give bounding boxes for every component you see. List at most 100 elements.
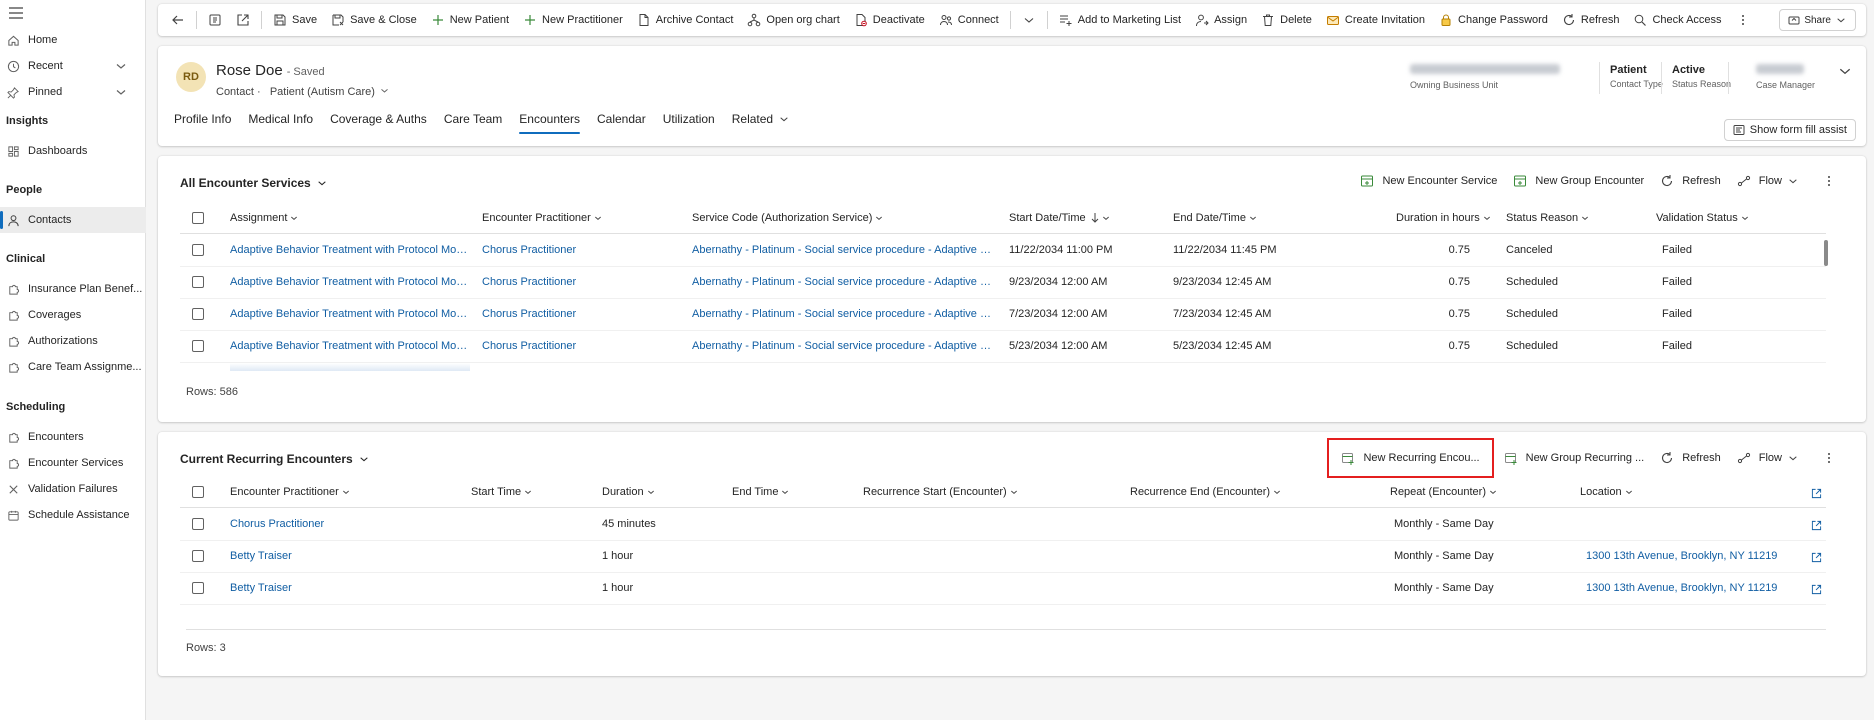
refresh-button[interactable]: Refresh xyxy=(1555,6,1627,34)
row-checkbox[interactable] xyxy=(192,244,204,256)
practitioner-link[interactable]: Chorus Practitioner xyxy=(482,340,576,352)
practitioner-link[interactable]: Chorus Practitioner xyxy=(230,518,324,530)
practitioner-link[interactable]: Betty Traiser xyxy=(230,582,292,594)
column-header-end-time[interactable]: End Time xyxy=(732,486,789,498)
column-header-end-datetime[interactable]: End Date/Time xyxy=(1173,212,1257,224)
open-external-icon[interactable] xyxy=(1810,487,1822,499)
chevron-down-icon[interactable] xyxy=(114,85,128,99)
service-code-link[interactable]: Abernathy - Platinum - Social service pr… xyxy=(692,340,992,352)
new-practitioner-button[interactable]: New Practitioner xyxy=(516,6,630,34)
column-header-encounter-practitioner[interactable]: Encounter Practitioner xyxy=(482,212,602,224)
service-code-link[interactable]: Abernathy - Platinum - Social service pr… xyxy=(692,244,992,256)
sidebar-item-insurance-plan[interactable]: Insurance Plan Benef... xyxy=(0,276,146,302)
chevron-down-icon[interactable] xyxy=(114,59,128,73)
create-invitation-button[interactable]: Create Invitation xyxy=(1319,6,1432,34)
table-row[interactable]: Adaptive Behavior Treatment with Protoco… xyxy=(180,267,1826,299)
assignment-link[interactable]: Adaptive Behavior Treatment with Protoco… xyxy=(230,308,470,320)
more-connect-button[interactable] xyxy=(1015,6,1043,34)
deactivate-button[interactable]: Deactivate xyxy=(847,6,932,34)
tab-coverage-auths[interactable]: Coverage & Auths xyxy=(330,112,427,136)
row-checkbox[interactable] xyxy=(192,518,204,530)
column-header-validation-status[interactable]: Validation Status xyxy=(1656,212,1749,224)
column-header-start-datetime[interactable]: Start Date/Time xyxy=(1009,212,1110,224)
column-header-start-time[interactable]: Start Time xyxy=(471,486,532,498)
sidebar-item-home[interactable]: Home xyxy=(0,27,146,53)
row-checkbox[interactable] xyxy=(192,308,204,320)
sidebar-item-recent[interactable]: Recent xyxy=(0,53,146,79)
assignment-link[interactable]: Adaptive Behavior Treatment with Protoco… xyxy=(230,244,470,256)
column-header-recurrence-end[interactable]: Recurrence End (Encounter) xyxy=(1130,486,1281,498)
table-row[interactable]: Betty Traiser 1 hour Monthly - Same Day … xyxy=(180,573,1826,605)
sidebar-item-validation-failures[interactable]: Validation Failures xyxy=(0,476,146,502)
check-access-button[interactable]: Check Access xyxy=(1626,6,1728,34)
save-close-button[interactable]: Save & Close xyxy=(324,6,424,34)
more-commands-button[interactable] xyxy=(1814,168,1844,194)
refresh-button[interactable]: Refresh xyxy=(1652,168,1729,194)
column-header-location[interactable]: Location xyxy=(1580,486,1633,498)
sidebar-item-contacts[interactable]: Contacts xyxy=(0,207,146,233)
new-encounter-service-button[interactable]: New Encounter Service xyxy=(1352,168,1505,194)
location-link[interactable]: 1300 13th Avenue, Brooklyn, NY 11219 xyxy=(1586,550,1777,562)
save-button[interactable]: Save xyxy=(266,6,324,34)
column-header-duration[interactable]: Duration xyxy=(602,486,655,498)
tab-calendar[interactable]: Calendar xyxy=(597,112,646,136)
tab-related[interactable]: Related xyxy=(732,112,789,136)
tab-profile-info[interactable]: Profile Info xyxy=(174,112,231,136)
select-all-checkbox[interactable] xyxy=(192,486,204,498)
hamburger-menu-icon[interactable] xyxy=(6,6,26,20)
column-header-repeat[interactable]: Repeat (Encounter) xyxy=(1390,486,1497,498)
practitioner-link[interactable]: Chorus Practitioner xyxy=(482,244,576,256)
practitioner-link[interactable]: Chorus Practitioner xyxy=(482,276,576,288)
row-checkbox[interactable] xyxy=(192,582,204,594)
sidebar-item-encounters[interactable]: Encounters xyxy=(0,424,146,450)
owning-business-unit-field[interactable]: Owning Business Unit xyxy=(1410,64,1560,90)
sidebar-item-pinned[interactable]: Pinned xyxy=(0,79,146,105)
connect-button[interactable]: Connect xyxy=(932,6,1006,34)
row-checkbox[interactable] xyxy=(192,550,204,562)
sidebar-item-authorizations[interactable]: Authorizations xyxy=(0,328,146,354)
share-button[interactable]: Share xyxy=(1779,9,1856,31)
tab-encounters[interactable]: Encounters xyxy=(519,112,580,136)
service-code-link[interactable]: Abernathy - Platinum - Social service pr… xyxy=(692,276,992,288)
open-org-chart-button[interactable]: Open org chart xyxy=(740,6,846,34)
sidebar-item-encounter-services[interactable]: Encounter Services xyxy=(0,450,146,476)
new-recurring-encounter-button[interactable]: New Recurring Encou... xyxy=(1327,438,1494,478)
practitioner-link[interactable]: Betty Traiser xyxy=(230,550,292,562)
table-row[interactable]: Adaptive Behavior Treatment with Protoco… xyxy=(180,299,1826,331)
tab-utilization[interactable]: Utilization xyxy=(663,112,715,136)
new-group-recurring-button[interactable]: New Group Recurring ... xyxy=(1496,445,1653,471)
change-password-button[interactable]: Change Password xyxy=(1432,6,1555,34)
chevron-down-icon[interactable] xyxy=(1838,64,1852,78)
flow-button[interactable]: Flow xyxy=(1729,445,1814,471)
column-header-service-code[interactable]: Service Code (Authorization Service) xyxy=(692,212,883,224)
table-row[interactable]: Adaptive Behavior Treatment with Protoco… xyxy=(180,331,1826,363)
table-row[interactable]: Adaptive Behavior Treatment with Protoco… xyxy=(180,235,1826,267)
refresh-button[interactable]: Refresh xyxy=(1652,445,1729,471)
new-group-encounter-button[interactable]: New Group Encounter xyxy=(1505,168,1652,194)
view-selector[interactable]: All Encounter Services xyxy=(180,176,327,190)
archive-contact-button[interactable]: Archive Contact xyxy=(630,6,741,34)
table-row[interactable]: Betty Traiser 1 hour Monthly - Same Day … xyxy=(180,541,1826,573)
select-all-checkbox[interactable] xyxy=(192,212,204,224)
column-header-duration-hours[interactable]: Duration in hours xyxy=(1396,212,1491,224)
show-form-fill-assist-button[interactable]: Show form fill assist xyxy=(1723,119,1856,141)
column-header-assignment[interactable]: Assignment xyxy=(230,212,298,224)
column-header-status-reason[interactable]: Status Reason xyxy=(1506,212,1589,224)
column-header-recurrence-start[interactable]: Recurrence Start (Encounter) xyxy=(863,486,1018,498)
practitioner-link[interactable]: Chorus Practitioner xyxy=(482,308,576,320)
column-header-encounter-practitioner[interactable]: Encounter Practitioner xyxy=(230,486,350,498)
open-external-icon[interactable] xyxy=(1810,519,1822,531)
form-selector[interactable]: Patient (Autism Care) xyxy=(270,86,389,98)
tab-care-team[interactable]: Care Team xyxy=(444,112,502,136)
sidebar-item-coverages[interactable]: Coverages xyxy=(0,302,146,328)
scrollbar-thumb[interactable] xyxy=(1824,240,1828,266)
sidebar-item-dashboards[interactable]: Dashboards xyxy=(0,138,146,164)
service-code-link[interactable]: Abernathy - Platinum - Social service pr… xyxy=(692,308,992,320)
open-new-window-button[interactable] xyxy=(229,6,257,34)
delete-button[interactable]: Delete xyxy=(1254,6,1319,34)
case-manager-field[interactable]: Case Manager xyxy=(1756,64,1815,90)
row-checkbox[interactable] xyxy=(192,340,204,352)
flow-button[interactable]: Flow xyxy=(1729,168,1814,194)
location-link[interactable]: 1300 13th Avenue, Brooklyn, NY 11219 xyxy=(1586,582,1777,594)
add-to-marketing-list-button[interactable]: Add to Marketing List xyxy=(1052,6,1188,34)
